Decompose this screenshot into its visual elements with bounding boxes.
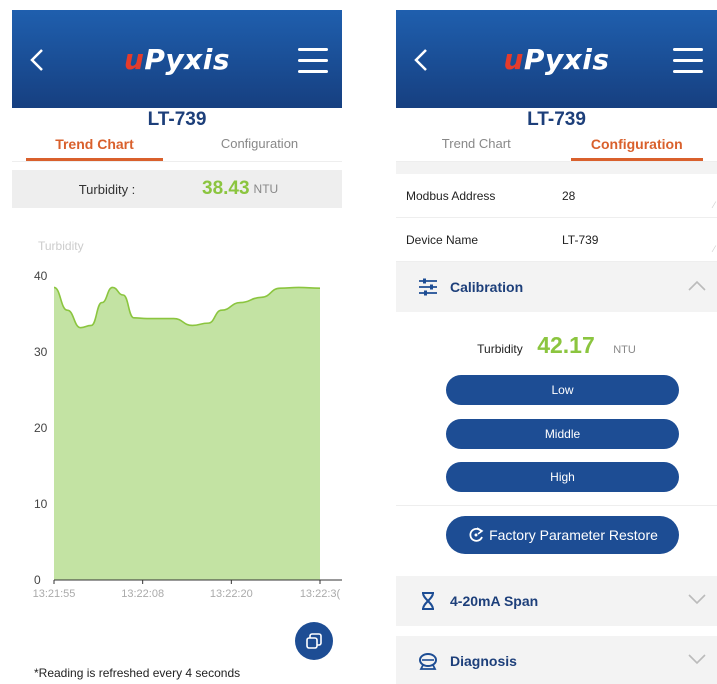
restore-area: Factory Parameter Restore xyxy=(396,506,717,576)
trend-screen: uPyxis LT-739 Trend Chart Configuration … xyxy=(12,10,342,684)
calibration-reading: Turbidity 42.17 NTU xyxy=(396,332,717,359)
calibration-unit: NTU xyxy=(613,344,636,356)
device-title: LT-739 xyxy=(147,109,207,130)
factory-restore-button[interactable]: Factory Parameter Restore xyxy=(446,516,679,554)
section-title: 4-20mA Span xyxy=(450,593,539,609)
calibration-label: Turbidity xyxy=(477,342,523,356)
x-tick-label: 13:22:3( xyxy=(300,588,341,600)
app-header: uPyxis xyxy=(396,10,717,108)
chevron-down-icon[interactable] xyxy=(687,592,707,606)
tab-configuration[interactable]: Configuration xyxy=(177,132,342,161)
restore-label: Factory Parameter Restore xyxy=(489,527,658,543)
chart-legend: Turbidity xyxy=(38,239,84,253)
upyxis-logo: uPyxis xyxy=(503,42,610,76)
field-modbus-address[interactable]: Modbus Address 28 ⁄ xyxy=(396,174,717,218)
divider xyxy=(396,162,717,174)
section-span[interactable]: 4-20mA Span xyxy=(396,576,717,626)
refresh-button[interactable] xyxy=(295,622,333,660)
app-header: uPyxis xyxy=(12,10,342,108)
reading-value: 38.43 xyxy=(202,178,250,199)
refresh-footnote: *Reading is refreshed every 4 seconds xyxy=(34,666,241,680)
back-arrow-icon[interactable] xyxy=(408,46,436,74)
field-name: Device Name xyxy=(406,232,479,247)
field-value: 28 xyxy=(562,188,576,203)
tab-trend-chart[interactable]: Trend Chart xyxy=(12,132,177,161)
y-tick-label: 40 xyxy=(34,269,48,283)
x-tick-label: 13:22:08 xyxy=(121,588,164,600)
divider xyxy=(396,626,717,636)
calibrate-low-button[interactable]: Low xyxy=(446,375,679,405)
hamburger-menu-icon[interactable] xyxy=(298,48,328,74)
y-tick-label: 0 xyxy=(34,573,41,587)
y-tick-label: 30 xyxy=(34,345,48,359)
y-tick-label: 10 xyxy=(34,497,48,511)
reading-row: Turbidity : 38.43 NTU xyxy=(12,170,342,208)
x-tick-label: 13:22:20 xyxy=(210,588,253,600)
tab-configuration[interactable]: Configuration xyxy=(557,132,717,161)
upyxis-logo: uPyxis xyxy=(123,42,231,76)
field-value: LT-739 xyxy=(562,232,599,247)
field-device-name[interactable]: Device Name LT-739 ⁄ xyxy=(396,218,717,262)
reading-label: Turbidity : xyxy=(78,181,136,197)
field-name: Modbus Address xyxy=(406,188,496,203)
section-title: Calibration xyxy=(450,279,524,295)
device-title: LT-739 xyxy=(527,109,586,130)
back-arrow-icon[interactable] xyxy=(24,46,52,74)
tab-bar: Trend Chart Configuration xyxy=(12,132,342,162)
section-title: Diagnosis xyxy=(450,653,517,669)
turbidity-chart: Turbidity 0 10 20 30 40 13:21:55 13:22:08 13:2… xyxy=(33,239,342,600)
section-calibration[interactable]: Calibration xyxy=(396,262,717,312)
edit-icon[interactable]: ⁄ xyxy=(713,200,715,210)
diagnosis-icon xyxy=(419,653,437,670)
chevron-down-icon[interactable] xyxy=(687,652,707,666)
sliders-icon xyxy=(419,278,437,296)
x-tick-label: 13:21:55 xyxy=(33,588,76,600)
chevron-up-icon[interactable] xyxy=(687,278,707,292)
refresh-icon xyxy=(306,633,322,649)
section-diagnosis[interactable]: Diagnosis xyxy=(396,636,717,684)
calibrate-middle-button[interactable]: Middle xyxy=(446,419,679,449)
restore-icon xyxy=(469,527,484,542)
tab-bar: Trend Chart Configuration xyxy=(396,132,717,162)
hourglass-icon xyxy=(422,592,434,610)
hamburger-menu-icon[interactable] xyxy=(673,48,703,74)
calibration-value: 42.17 xyxy=(537,332,595,358)
chart-area xyxy=(54,287,320,580)
calibrate-high-button[interactable]: High xyxy=(446,462,679,492)
edit-icon[interactable]: ⁄ xyxy=(713,244,715,254)
calibration-panel: Turbidity 42.17 NTU Low Middle High xyxy=(396,312,717,506)
tab-trend-chart[interactable]: Trend Chart xyxy=(396,132,557,161)
configuration-screen: uPyxis LT-739 Trend Chart Configuration … xyxy=(396,10,717,684)
y-tick-label: 20 xyxy=(34,421,48,435)
reading-unit: NTU xyxy=(253,182,279,196)
